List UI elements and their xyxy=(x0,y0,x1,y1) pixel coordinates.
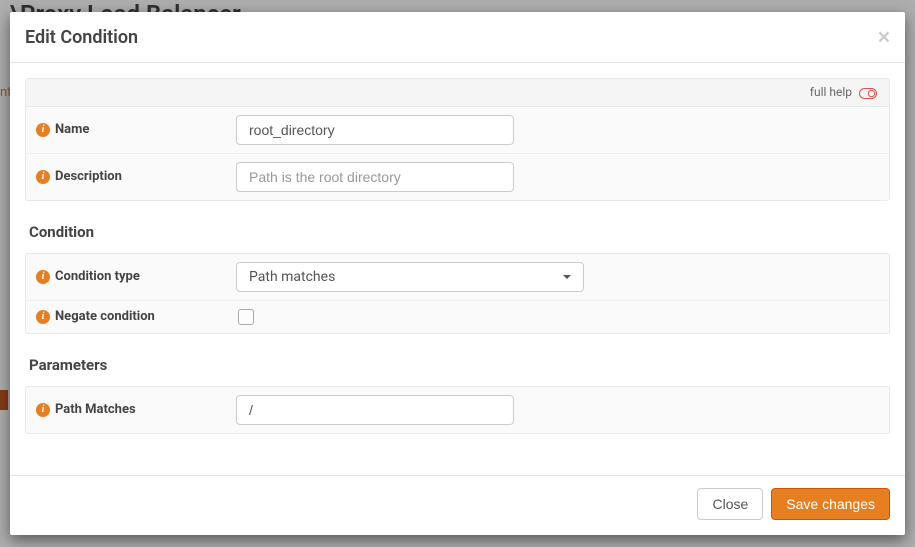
condition-type-label-text: Condition type xyxy=(55,269,140,284)
description-label: i Description xyxy=(36,169,236,184)
info-icon[interactable]: i xyxy=(36,403,50,417)
full-help-label[interactable]: full help xyxy=(810,85,852,99)
edit-condition-modal: Edit Condition × full help i Name xyxy=(10,12,905,535)
negate-label: i Negate condition xyxy=(36,309,236,324)
condition-type-select[interactable]: Path matches xyxy=(236,262,584,292)
path-matches-input[interactable] xyxy=(236,395,514,425)
modal-header: Edit Condition × xyxy=(10,12,905,63)
close-icon[interactable]: × xyxy=(878,27,890,48)
condition-section-header: Condition xyxy=(25,201,890,253)
name-input[interactable] xyxy=(236,115,514,145)
condition-section: i Condition type Path matches i Negate c… xyxy=(25,253,890,334)
modal-body: full help i Name i xyxy=(10,63,905,475)
condition-type-value: Path matches xyxy=(249,269,335,285)
name-row: i Name xyxy=(26,107,889,154)
parameters-section-header: Parameters xyxy=(25,334,890,386)
modal-title: Edit Condition xyxy=(25,27,138,48)
path-matches-label: i Path Matches xyxy=(36,402,236,417)
info-icon[interactable]: i xyxy=(36,170,50,184)
name-label: i Name xyxy=(36,122,236,137)
description-input[interactable] xyxy=(236,162,514,192)
modal-footer: Close Save changes xyxy=(10,475,905,535)
name-label-text: Name xyxy=(55,122,89,137)
negate-row: i Negate condition xyxy=(26,301,889,333)
negate-label-text: Negate condition xyxy=(55,309,155,324)
negate-checkbox[interactable] xyxy=(238,309,254,325)
save-button[interactable]: Save changes xyxy=(771,488,890,520)
path-matches-label-text: Path Matches xyxy=(55,402,136,417)
description-label-text: Description xyxy=(55,169,122,184)
parameters-section: i Path Matches xyxy=(25,386,890,434)
chevron-down-icon xyxy=(563,275,571,279)
path-matches-row: i Path Matches xyxy=(26,387,889,433)
description-row: i Description xyxy=(26,154,889,200)
info-icon[interactable]: i xyxy=(36,310,50,324)
info-icon[interactable]: i xyxy=(36,270,50,284)
full-help-toggle-icon[interactable] xyxy=(859,86,877,100)
condition-type-label: i Condition type xyxy=(36,269,236,284)
help-bar: full help xyxy=(25,78,890,107)
info-icon[interactable]: i xyxy=(36,123,50,137)
condition-type-row: i Condition type Path matches xyxy=(26,254,889,301)
close-button[interactable]: Close xyxy=(697,488,763,520)
general-section: i Name i Description xyxy=(25,107,890,201)
